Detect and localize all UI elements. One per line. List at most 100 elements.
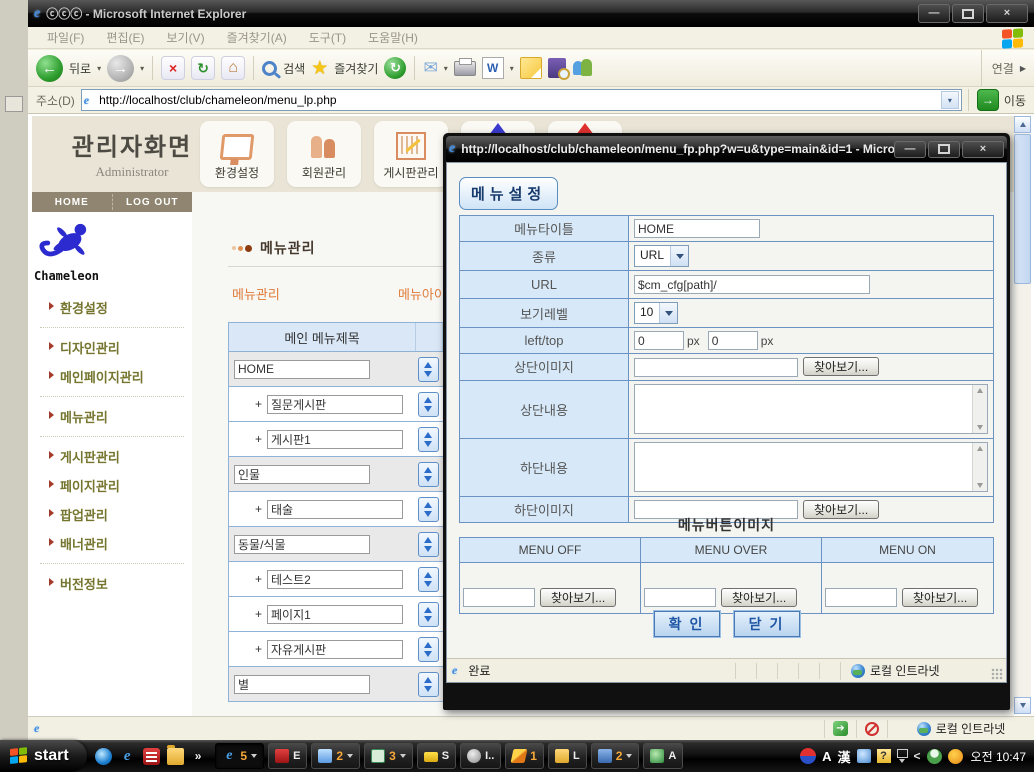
ime-korean-icon[interactable] bbox=[800, 748, 816, 764]
word-dropdown-icon[interactable]: ▾ bbox=[510, 64, 514, 73]
refresh-button[interactable]: ↻ bbox=[191, 56, 215, 80]
browse-button[interactable]: 찾아보기... bbox=[721, 588, 797, 607]
links-bar[interactable]: 연결 ▶ bbox=[981, 50, 1026, 86]
quicklaunch-editor-icon[interactable] bbox=[143, 748, 160, 765]
menu-off-image-input[interactable] bbox=[463, 588, 535, 607]
order-spinner[interactable] bbox=[418, 672, 439, 697]
ime-language-indicator[interactable]: A bbox=[822, 749, 831, 764]
resize-grip[interactable] bbox=[991, 668, 1003, 680]
edit-with-word-icon[interactable]: W bbox=[482, 57, 504, 79]
history-button[interactable]: ↻ bbox=[384, 57, 406, 79]
vertical-scrollbar[interactable] bbox=[1014, 116, 1031, 714]
taskbar-button-i[interactable]: I.. bbox=[460, 743, 501, 769]
popup-close-button[interactable]: × bbox=[962, 141, 1004, 158]
tray-smiley-icon[interactable] bbox=[948, 749, 963, 764]
order-spinner[interactable] bbox=[418, 637, 439, 662]
sidebar-item-mainpage[interactable]: 메인페이지관리 bbox=[32, 362, 192, 391]
menu-title-input[interactable] bbox=[234, 535, 370, 554]
textarea-scrollbar[interactable] bbox=[972, 385, 987, 433]
menu-tools[interactable]: 도구(T) bbox=[298, 29, 357, 46]
menu-settings-tab[interactable]: 메뉴설정 bbox=[459, 177, 558, 210]
header-button-settings[interactable]: 환경설정 bbox=[200, 121, 274, 187]
browse-button[interactable]: 찾아보기... bbox=[902, 588, 978, 607]
menu-favorites[interactable]: 즐겨찾기(A) bbox=[216, 29, 298, 46]
order-spinner[interactable] bbox=[418, 357, 439, 382]
taskbar-button-1[interactable]: 1 bbox=[505, 743, 544, 769]
taskbar-button-photo-group[interactable]: 2 bbox=[591, 743, 640, 769]
scroll-down-icon[interactable] bbox=[1014, 697, 1031, 714]
menu-on-image-input[interactable] bbox=[825, 588, 897, 607]
scrollbar-thumb[interactable] bbox=[1014, 134, 1031, 284]
research-book-icon[interactable] bbox=[548, 58, 566, 78]
mail-dropdown-icon[interactable]: ▾ bbox=[444, 64, 448, 73]
taskbar-button-editor[interactable]: E bbox=[268, 743, 307, 769]
menu-title-input[interactable] bbox=[234, 675, 370, 694]
sidebar-item-version[interactable]: 버전정보 bbox=[32, 569, 192, 598]
print-icon[interactable] bbox=[454, 61, 476, 76]
sidebar-item-menu[interactable]: 메뉴관리 bbox=[32, 402, 192, 431]
stop-button[interactable]: × bbox=[161, 56, 185, 80]
sidebar-item-popup[interactable]: 팝업관리 bbox=[32, 500, 192, 529]
popup-view-level-select[interactable]: 10 bbox=[634, 302, 678, 324]
ime-help-icon[interactable]: ? bbox=[877, 749, 891, 763]
menu-title-input[interactable] bbox=[267, 430, 403, 449]
ime-restore-icon[interactable] bbox=[897, 749, 908, 763]
browse-button[interactable]: 찾아보기... bbox=[803, 357, 879, 376]
order-spinner[interactable] bbox=[418, 462, 439, 487]
confirm-button[interactable]: 확 인 bbox=[654, 611, 720, 637]
taskbar-button-notes-group[interactable]: 2 bbox=[311, 743, 360, 769]
menu-edit[interactable]: 편집(E) bbox=[95, 29, 155, 46]
menu-title-input[interactable] bbox=[267, 395, 403, 414]
popup-type-select[interactable]: URL bbox=[634, 245, 689, 267]
browse-button[interactable]: 찾아보기... bbox=[540, 588, 616, 607]
taskbar-button-a[interactable]: A bbox=[643, 743, 683, 769]
search-icon[interactable] bbox=[262, 61, 277, 76]
menu-file[interactable]: 파일(F) bbox=[36, 29, 95, 46]
close-popup-button[interactable]: 닫 기 bbox=[734, 611, 800, 637]
minimize-button[interactable]: — bbox=[918, 4, 950, 23]
ime-settings-icon[interactable] bbox=[857, 749, 871, 763]
order-spinner[interactable] bbox=[418, 602, 439, 627]
order-spinner[interactable] bbox=[418, 567, 439, 592]
mail-icon[interactable]: ✉ bbox=[423, 58, 437, 78]
sidebar-item-design[interactable]: 디자인관리 bbox=[32, 333, 192, 362]
menu-title-input[interactable] bbox=[267, 605, 403, 624]
tray-messenger-icon[interactable] bbox=[927, 749, 942, 764]
sidebar-item-board[interactable]: 게시판관리 bbox=[32, 442, 192, 471]
taskbar-button-ie-group[interactable]: e 5 bbox=[215, 743, 264, 769]
scroll-up-icon[interactable] bbox=[1014, 116, 1031, 133]
taskbar-button-window-group[interactable]: 3 bbox=[364, 743, 413, 769]
menu-title-input[interactable] bbox=[267, 500, 403, 519]
back-dropdown-icon[interactable]: ▾ bbox=[97, 64, 101, 73]
order-spinner[interactable] bbox=[418, 532, 439, 557]
quicklaunch-ie-icon[interactable]: e bbox=[119, 748, 136, 765]
menu-manage-link[interactable]: 메뉴관리 bbox=[232, 284, 280, 303]
discuss-notes-icon[interactable] bbox=[520, 57, 542, 79]
back-button[interactable]: ← bbox=[36, 55, 63, 82]
sidebar-item-settings[interactable]: 환경설정 bbox=[32, 293, 192, 322]
address-dropdown-icon[interactable]: ▾ bbox=[941, 91, 959, 109]
order-spinner[interactable] bbox=[418, 497, 439, 522]
order-spinner[interactable] bbox=[418, 427, 439, 452]
home-link[interactable]: HOME bbox=[32, 192, 112, 212]
order-spinner[interactable] bbox=[418, 392, 439, 417]
menu-title-input[interactable] bbox=[234, 360, 370, 379]
taskbar-button-l[interactable]: L bbox=[548, 743, 587, 769]
menu-help[interactable]: 도움말(H) bbox=[357, 29, 429, 46]
logout-link[interactable]: LOG OUT bbox=[113, 192, 193, 212]
textarea-scrollbar[interactable] bbox=[972, 443, 987, 491]
popup-top-image-input[interactable] bbox=[634, 358, 798, 377]
quicklaunch-messenger-icon[interactable] bbox=[95, 748, 112, 765]
popup-bottom-content-textarea[interactable] bbox=[634, 442, 988, 492]
address-input[interactable]: e http://localhost/club/chameleon/menu_l… bbox=[81, 89, 962, 111]
quicklaunch-overflow-icon[interactable]: » bbox=[191, 749, 206, 763]
header-button-members[interactable]: 회원관리 bbox=[287, 121, 361, 187]
menu-over-image-input[interactable] bbox=[644, 588, 716, 607]
header-button-boards[interactable]: 게시판관리 bbox=[374, 121, 448, 187]
popup-left-input[interactable] bbox=[634, 331, 684, 350]
menu-title-input[interactable] bbox=[267, 640, 403, 659]
favorites-star-icon[interactable]: ★ bbox=[311, 59, 328, 78]
messenger-icon[interactable] bbox=[572, 58, 594, 78]
go-button[interactable]: → 이동 bbox=[968, 89, 1026, 111]
popup-top-input[interactable] bbox=[708, 331, 758, 350]
